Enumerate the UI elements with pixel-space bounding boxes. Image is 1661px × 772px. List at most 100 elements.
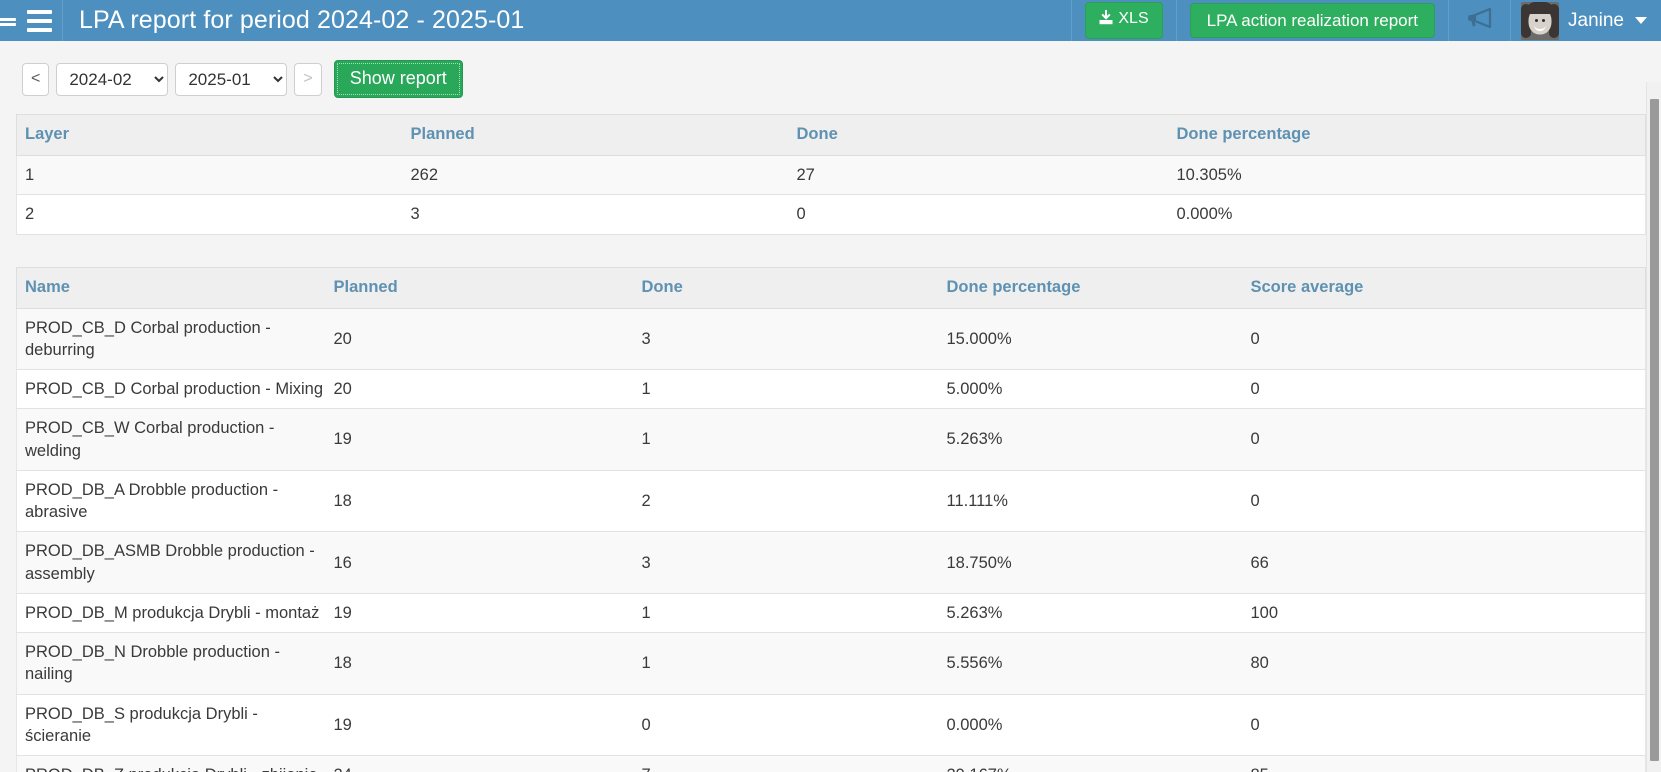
period-to-select[interactable]: 2024-022024-032024-042024-052024-062024-… xyxy=(175,63,287,96)
hamburger-menu-icon[interactable] xyxy=(16,0,63,41)
cell-score-average: 0 xyxy=(1243,409,1646,471)
column-header-done-percentage[interactable]: Done percentage xyxy=(939,267,1243,308)
cell-done: 1 xyxy=(634,633,939,695)
user-menu[interactable]: Janine xyxy=(1511,0,1661,41)
cell-score-average: 80 xyxy=(1243,633,1646,695)
cell-layer: 1 xyxy=(17,156,403,195)
table-row[interactable]: PROD_DB_Z produkcja Drybli - zbijanie247… xyxy=(17,756,1646,772)
table-row[interactable]: PROD_DB_A Drobble production - abrasive1… xyxy=(17,470,1646,532)
cell-name: PROD_DB_N Drobble production - nailing xyxy=(17,633,326,695)
chevron-down-icon xyxy=(1635,17,1647,24)
table-row[interactable]: PROD_CB_D Corbal production - deburring2… xyxy=(17,308,1646,370)
table-row[interactable]: PROD_CB_W Corbal production - welding191… xyxy=(17,409,1646,471)
cell-done-percentage: 18.750% xyxy=(939,532,1243,594)
audit-detail-table: Name Planned Done Done percentage Score … xyxy=(16,267,1646,772)
hamburger-bar xyxy=(27,19,52,23)
cell-name: PROD_DB_S produkcja Drybli - ścieranie xyxy=(17,694,326,756)
cell-name: PROD_CB_W Corbal production - welding xyxy=(17,409,326,471)
cell-score-average: 66 xyxy=(1243,532,1646,594)
cell-planned: 3 xyxy=(403,195,789,234)
cell-done: 1 xyxy=(634,370,939,409)
cell-name: PROD_CB_D Corbal production - Mixing xyxy=(17,370,326,409)
cell-name: PROD_CB_D Corbal production - deburring xyxy=(17,308,326,370)
table-row[interactable]: PROD_DB_N Drobble production - nailing18… xyxy=(17,633,1646,695)
column-header-done[interactable]: Done xyxy=(789,115,1169,156)
cell-done: 1 xyxy=(634,409,939,471)
cell-score-average: 85 xyxy=(1243,756,1646,772)
cell-planned: 16 xyxy=(326,532,634,594)
column-header-layer[interactable]: Layer xyxy=(17,115,403,156)
cell-done-percentage: 15.000% xyxy=(939,308,1243,370)
cell-done-percentage: 29.167% xyxy=(939,756,1243,772)
table-row[interactable]: 1 262 27 10.305% xyxy=(17,156,1646,195)
user-name-label: Janine xyxy=(1568,10,1624,32)
table-spacer xyxy=(16,235,1645,267)
previous-period-button[interactable]: < xyxy=(22,63,49,96)
layer-summary-body: 1 262 27 10.305% 2 3 0 0.000% xyxy=(17,156,1646,235)
megaphone-icon xyxy=(1466,7,1493,34)
cell-done: 27 xyxy=(789,156,1169,195)
app-logo-icon[interactable]: ≔ xyxy=(0,0,16,41)
column-header-done-percentage[interactable]: Done percentage xyxy=(1169,115,1646,156)
table-row[interactable]: PROD_DB_ASMB Drobble production - assemb… xyxy=(17,532,1646,594)
column-header-score-average[interactable]: Score average xyxy=(1243,267,1646,308)
report-toolbar: < 2024-022024-032024-042024-052024-06202… xyxy=(16,41,1645,114)
column-header-done[interactable]: Done xyxy=(634,267,939,308)
page-title: LPA report for period 2024-02 - 2025-01 xyxy=(63,0,1072,41)
cell-done-percentage: 5.000% xyxy=(939,370,1243,409)
export-xls-button[interactable]: XLS xyxy=(1085,2,1162,38)
cell-planned: 19 xyxy=(326,409,634,471)
column-header-name[interactable]: Name xyxy=(17,267,326,308)
table-row[interactable]: PROD_CB_D Corbal production - Mixing2015… xyxy=(17,370,1646,409)
hamburger-bar xyxy=(27,10,52,14)
audit-detail-body: PROD_CB_D Corbal production - deburring 2… xyxy=(17,308,1646,772)
cell-score-average: 0 xyxy=(1243,694,1646,756)
cell-planned: 19 xyxy=(326,694,634,756)
cell-done: 0 xyxy=(634,694,939,756)
action-report-button-cell: LPA action realization report xyxy=(1177,0,1449,41)
cell-score-average: 0 xyxy=(1243,470,1646,532)
column-header-planned[interactable]: Planned xyxy=(403,115,789,156)
table-row[interactable]: PROD_DB_S produkcja Drybli - ścieranie19… xyxy=(17,694,1646,756)
cell-done: 2 xyxy=(634,470,939,532)
cell-name: PROD_DB_M produkcja Drybli - montaż xyxy=(17,593,326,632)
scrollbar-thumb[interactable] xyxy=(1650,99,1659,761)
cell-done: 3 xyxy=(634,532,939,594)
cell-done-percentage: 0.000% xyxy=(1169,195,1646,234)
cell-done-percentage: 5.556% xyxy=(939,633,1243,695)
table-header-row: Name Planned Done Done percentage Score … xyxy=(17,267,1646,308)
cell-planned: 18 xyxy=(326,633,634,695)
top-navbar: ≔ LPA report for period 2024-02 - 2025-0… xyxy=(0,0,1661,41)
cell-done-percentage: 11.111% xyxy=(939,470,1243,532)
show-report-button[interactable]: Show report xyxy=(334,60,463,98)
cell-score-average: 100 xyxy=(1243,593,1646,632)
column-header-planned[interactable]: Planned xyxy=(326,267,634,308)
cell-planned: 24 xyxy=(326,756,634,772)
vertical-scrollbar[interactable] xyxy=(1646,82,1661,772)
xls-button-cell: XLS xyxy=(1072,0,1176,41)
table-row[interactable]: PROD_DB_M produkcja Drybli - montaż1915.… xyxy=(17,593,1646,632)
cell-done-percentage: 5.263% xyxy=(939,409,1243,471)
announcements-button[interactable] xyxy=(1449,0,1511,41)
period-from-select[interactable]: 2024-022024-032024-042024-052024-062024-… xyxy=(56,63,168,96)
cell-done: 3 xyxy=(634,308,939,370)
avatar xyxy=(1521,2,1559,40)
cell-done-percentage: 10.305% xyxy=(1169,156,1646,195)
avatar-detail xyxy=(1535,19,1538,22)
next-period-button[interactable]: > xyxy=(294,63,321,96)
export-xls-label: XLS xyxy=(1118,10,1148,27)
cell-name: PROD_DB_ASMB Drobble production - assemb… xyxy=(17,532,326,594)
cell-name: PROD_DB_A Drobble production - abrasive xyxy=(17,470,326,532)
cell-planned: 19 xyxy=(326,593,634,632)
cell-done-percentage: 5.263% xyxy=(939,593,1243,632)
cell-done-percentage: 0.000% xyxy=(939,694,1243,756)
table-header-row: Layer Planned Done Done percentage xyxy=(17,115,1646,156)
page-content: < 2024-022024-032024-042024-052024-06202… xyxy=(0,41,1661,772)
cell-done: 0 xyxy=(789,195,1169,234)
lpa-action-realization-report-button[interactable]: LPA action realization report xyxy=(1190,3,1435,39)
cell-planned: 262 xyxy=(403,156,789,195)
cell-planned: 18 xyxy=(326,470,634,532)
avatar-detail xyxy=(1526,2,1554,14)
cell-layer: 2 xyxy=(17,195,403,234)
table-row[interactable]: 2 3 0 0.000% xyxy=(17,195,1646,234)
